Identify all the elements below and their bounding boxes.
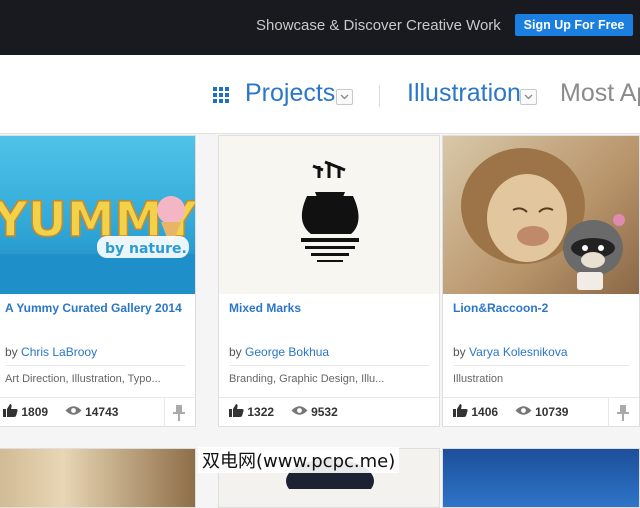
project-card[interactable]: Lion&Raccoon-2 by Varya Kolesnikova Illu… <box>442 135 640 427</box>
project-byline: by George Bokhua <box>229 345 329 359</box>
author-link[interactable]: Varya Kolesnikova <box>469 345 568 359</box>
project-title[interactable]: Mixed Marks <box>229 301 301 315</box>
filter-divider <box>379 85 380 107</box>
author-link[interactable]: George Bokhua <box>245 345 329 359</box>
divider <box>5 365 185 366</box>
watermark-text: 双电网(www.pcpc.me) <box>198 447 400 473</box>
likes-count: 1322 <box>247 405 275 419</box>
likes-count: 1809 <box>21 405 49 419</box>
likes-count: 1406 <box>471 405 499 419</box>
eye-icon <box>515 405 532 419</box>
project-card[interactable]: Mixed Marks by George Bokhua Branding, G… <box>218 135 440 427</box>
top-bar: Showcase & Discover Creative Work Sign U… <box>0 0 640 55</box>
by-label: by <box>229 345 242 359</box>
project-card-next[interactable] <box>0 448 196 508</box>
divider <box>229 365 429 366</box>
project-stats: 1809 14743 <box>3 404 118 420</box>
by-label: by <box>5 345 18 359</box>
project-fields: Art Direction, Illustration, Typo... <box>5 373 161 385</box>
views-count: 10739 <box>535 405 569 419</box>
project-thumbnail[interactable]: YUMMY by nature. <box>0 136 195 294</box>
project-byline: by Chris LaBrooy <box>5 345 97 359</box>
sort-filter[interactable]: Most Ap <box>560 79 640 108</box>
project-byline: by Varya Kolesnikova <box>453 345 568 359</box>
thumbs-up-icon <box>229 404 244 420</box>
project-card-next[interactable] <box>442 448 640 508</box>
project-fields: Illustration <box>453 373 504 385</box>
thumbs-up-icon <box>3 404 18 420</box>
project-thumbnail[interactable] <box>219 136 439 294</box>
project-thumbnail[interactable] <box>0 449 195 507</box>
sign-up-button[interactable]: Sign Up For Free <box>515 14 633 36</box>
chevron-down-icon[interactable] <box>336 89 353 105</box>
by-label: by <box>453 345 466 359</box>
divider <box>453 365 629 366</box>
filter-bar: Projects Illustration Most Ap <box>0 55 640 134</box>
project-fields: Branding, Graphic Design, Illu... <box>229 373 385 385</box>
project-card[interactable]: YUMMY by nature. A Yummy Curated Gallery… <box>0 135 196 427</box>
views-count: 9532 <box>311 405 338 419</box>
eye-icon <box>65 405 82 419</box>
project-thumbnail[interactable] <box>443 136 639 294</box>
grid-icon[interactable] <box>213 87 229 103</box>
projects-filter[interactable]: Projects <box>245 79 335 108</box>
eye-icon <box>291 405 308 419</box>
project-thumbnail[interactable] <box>443 449 639 507</box>
project-title[interactable]: Lion&Raccoon-2 <box>453 301 548 315</box>
divider <box>219 397 439 398</box>
thumbs-up-icon <box>453 404 468 420</box>
thumb-caption: by nature. <box>105 241 187 257</box>
site-tagline: Showcase & Discover Creative Work <box>256 17 501 34</box>
chevron-down-icon[interactable] <box>520 89 537 105</box>
author-link[interactable]: Chris LaBrooy <box>21 345 97 359</box>
pin-icon[interactable] <box>608 398 639 427</box>
project-title[interactable]: A Yummy Curated Gallery 2014 <box>5 301 182 315</box>
project-stats: 1322 9532 <box>229 404 338 420</box>
views-count: 14743 <box>85 405 119 419</box>
pin-icon[interactable] <box>164 398 195 427</box>
illustration-filter[interactable]: Illustration <box>407 79 521 108</box>
project-stats: 1406 10739 <box>453 404 568 420</box>
